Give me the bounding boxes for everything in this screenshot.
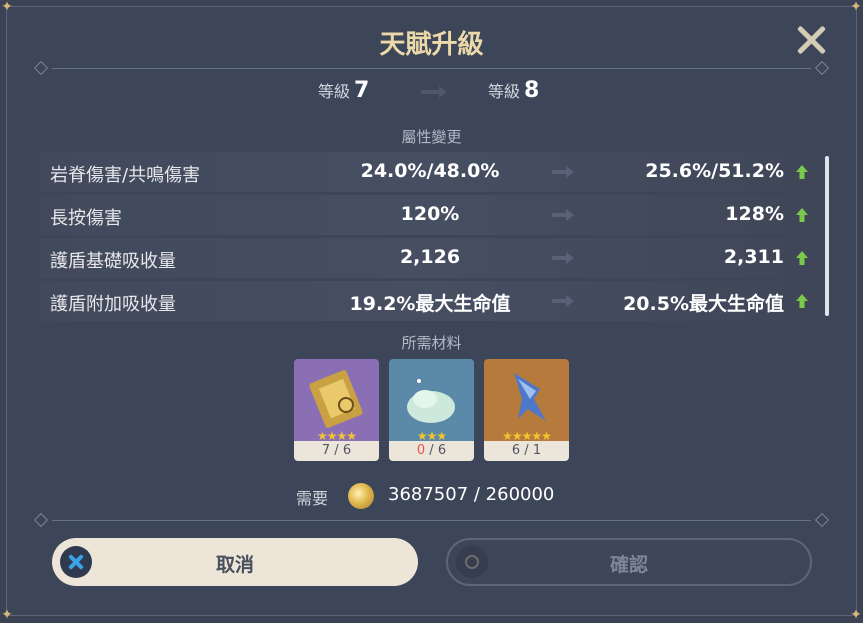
stats-heading: 屬性變更 <box>401 128 462 146</box>
arrow-right-icon <box>552 295 574 307</box>
corner-ornament-icon: ✦ <box>1 0 13 15</box>
arrow-right-icon <box>552 166 574 178</box>
stat-current-value: 120% <box>400 203 460 225</box>
divider <box>33 60 830 76</box>
increase-arrow-icon <box>796 208 808 222</box>
cancel-label: 取消 <box>215 554 254 576</box>
required-count: 6 <box>437 443 447 458</box>
cost-label: 需要 <box>296 489 329 508</box>
count-separator: / <box>330 443 343 458</box>
arrow-right-icon <box>552 252 574 264</box>
increase-arrow-icon <box>796 165 808 179</box>
stat-current-value: 24.0%/48.0% <box>360 160 500 182</box>
stat-next-value: 128% <box>725 203 784 225</box>
current-level-value: 7 <box>354 78 370 103</box>
corner-ornament-icon: ✦ <box>1 607 13 623</box>
materials-heading: 所需材料 <box>401 334 462 352</box>
level-label: 等級 <box>488 82 521 101</box>
material-count: 6 / 1 <box>484 441 569 461</box>
next-level: 等級 8 <box>488 78 539 103</box>
dialog-title: 天賦升級 <box>379 30 484 60</box>
stat-current-value: 19.2%最大生命值 <box>349 293 511 315</box>
stat-row: 護盾附加吸收量 19.2%最大生命值 20.5%最大生命值 <box>40 281 816 321</box>
stat-name: 岩脊傷害/共鳴傷害 <box>50 165 201 186</box>
stat-next-value: 2,311 <box>723 246 784 268</box>
stats-list[interactable]: 岩脊傷害/共鳴傷害 24.0%/48.0% 25.6%/51.2% 長按傷害 120% 1… <box>40 152 816 324</box>
stat-name: 護盾附加吸收量 <box>50 294 176 315</box>
confirm-label: 確認 <box>609 554 648 576</box>
stat-name: 長按傷害 <box>50 208 122 229</box>
close-icon[interactable] <box>795 24 827 56</box>
arrow-right-icon <box>421 86 447 98</box>
stats-scrollbar[interactable] <box>825 156 829 316</box>
confirm-button[interactable]: 確認 <box>446 538 812 586</box>
material-card[interactable]: ★★★ 0 / 6 <box>389 359 474 461</box>
cancel-button[interactable]: 取消 <box>52 538 418 586</box>
increase-arrow-icon <box>796 294 808 308</box>
increase-arrow-icon <box>796 251 808 265</box>
stat-next-value: 25.6%/51.2% <box>645 160 784 182</box>
count-separator: / <box>425 443 438 458</box>
current-level: 等級 7 <box>318 78 369 103</box>
material-card[interactable]: ★★★★★ 6 / 1 <box>484 359 569 461</box>
corner-ornament-icon: ✦ <box>850 0 862 15</box>
material-count: 0 / 6 <box>389 441 474 461</box>
mora-coin-icon <box>348 483 374 509</box>
stat-row: 長按傷害 120% 128% <box>40 195 816 235</box>
corner-ornament-icon: ✦ <box>850 607 862 623</box>
required-count: 6 <box>342 443 352 458</box>
material-count: 7 / 6 <box>294 441 379 461</box>
next-level-value: 8 <box>524 78 540 103</box>
stat-current-value: 2,126 <box>399 246 461 268</box>
level-change: 等級 7 等級 8 <box>0 78 863 108</box>
cost-amount: 3687507 / 260000 <box>388 484 555 505</box>
count-separator: / <box>520 443 533 458</box>
owned-count: 6 <box>511 443 521 458</box>
divider <box>33 512 830 528</box>
stat-next-value: 20.5%最大生命值 <box>623 293 784 315</box>
stat-name: 護盾基礎吸收量 <box>50 251 176 272</box>
material-card[interactable]: ★★★★ 7 / 6 <box>294 359 379 461</box>
stat-row: 岩脊傷害/共鳴傷害 24.0%/48.0% 25.6%/51.2% <box>40 152 816 192</box>
stat-row: 護盾基礎吸收量 2,126 2,311 <box>40 238 816 278</box>
arrow-right-icon <box>552 209 574 221</box>
level-label: 等級 <box>318 82 351 101</box>
owned-count: 7 <box>321 443 331 458</box>
required-count: 1 <box>532 443 542 458</box>
owned-count: 0 <box>416 443 426 458</box>
